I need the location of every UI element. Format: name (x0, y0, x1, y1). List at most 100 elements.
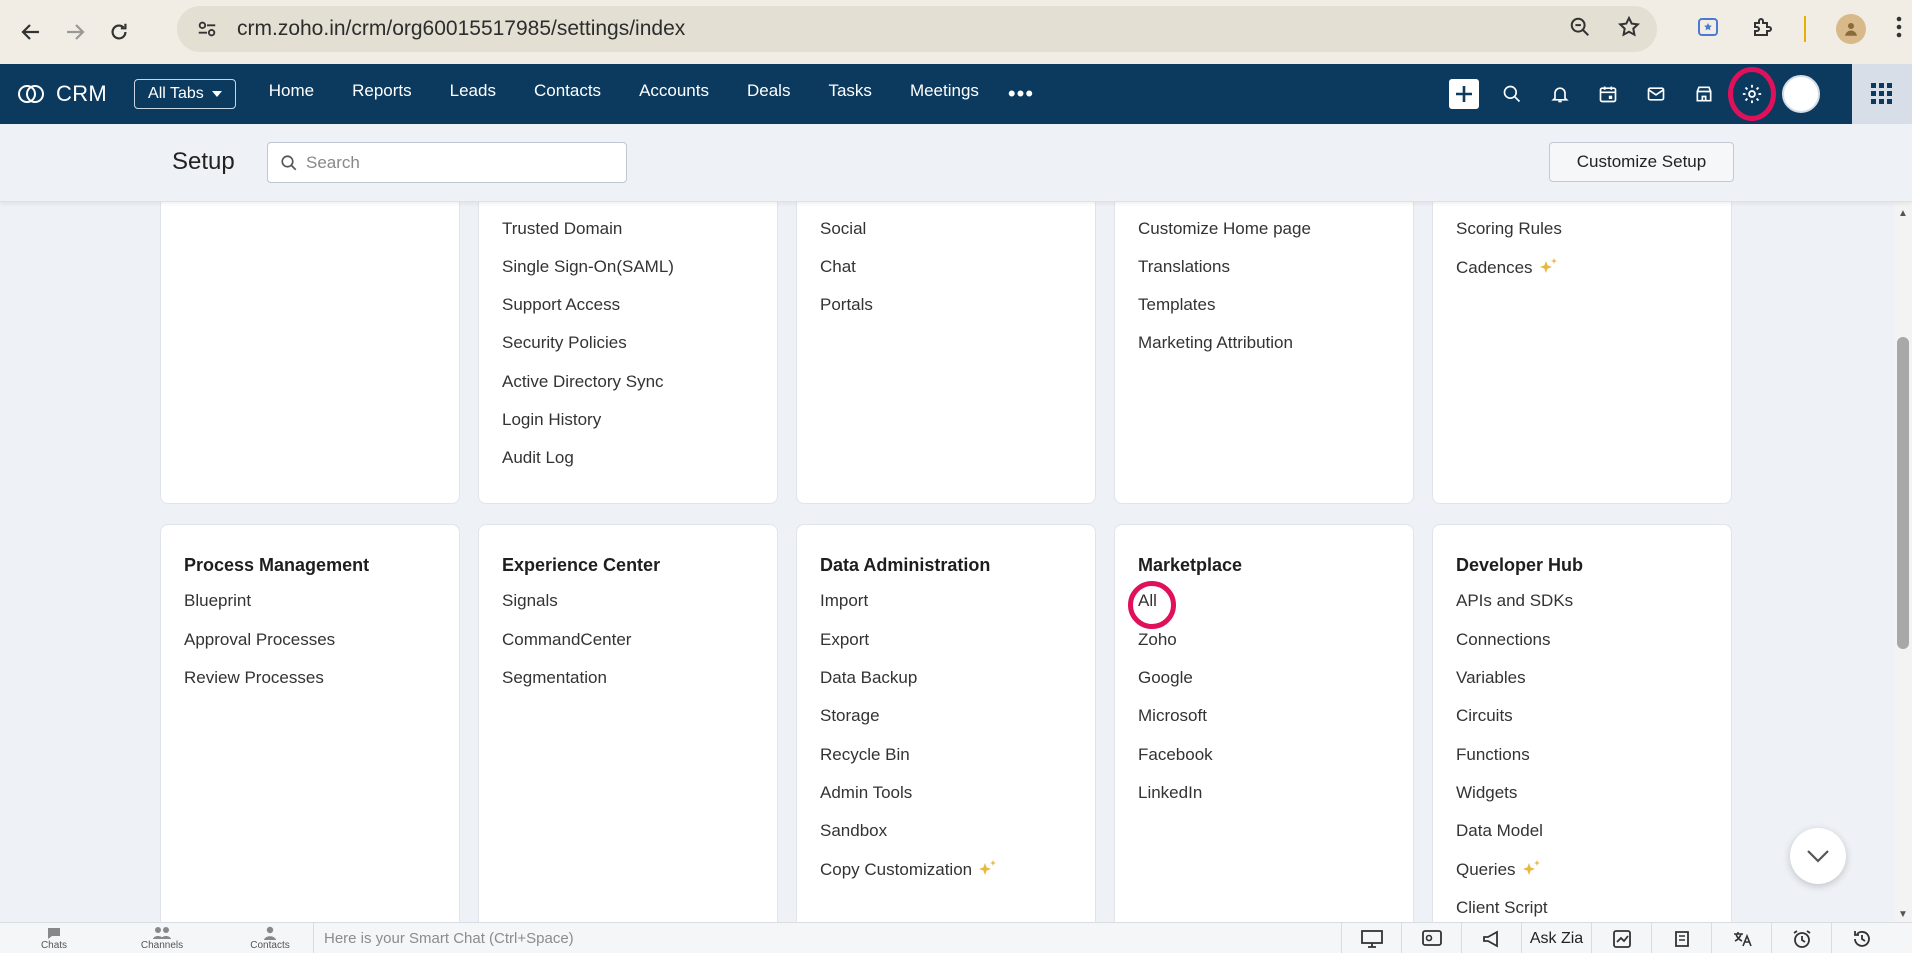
link-commandcenter[interactable]: CommandCenter (502, 630, 631, 650)
browser-profile-icon[interactable] (1836, 14, 1866, 44)
url-text[interactable]: crm.zoho.in/crm/org60015517985/settings/… (237, 17, 685, 41)
extensions-puzzle-icon[interactable] (1750, 15, 1774, 44)
tab-meetings[interactable]: Meetings (891, 81, 998, 107)
user-avatar[interactable] (1782, 75, 1820, 113)
link-marketing-attribution[interactable]: Marketing Attribution (1138, 333, 1293, 353)
link-client-script[interactable]: Client Script (1456, 898, 1548, 918)
ask-zia-button[interactable]: Ask Zia (1521, 923, 1591, 953)
reminders-button[interactable] (1771, 923, 1831, 953)
link-export[interactable]: Export (820, 630, 869, 650)
announcements-button[interactable] (1461, 923, 1521, 953)
link-import[interactable]: Import (820, 591, 868, 611)
more-tabs-button[interactable]: ••• (998, 81, 1044, 107)
link-google[interactable]: Google (1138, 668, 1193, 688)
smart-chat-input[interactable]: Here is your Smart Chat (Ctrl+Space) (313, 923, 1341, 953)
mail-button[interactable] (1632, 64, 1680, 124)
link-support-access[interactable]: Support Access (502, 295, 620, 315)
scroll-up-arrow-icon[interactable]: ▲ (1898, 208, 1908, 219)
setup-card-data-administration: Data Administration Import Export Data B… (796, 524, 1096, 922)
scroll-down-button[interactable] (1790, 828, 1846, 884)
link-widgets[interactable]: Widgets (1456, 783, 1517, 803)
link-chat[interactable]: Chat (820, 257, 856, 277)
search-button[interactable] (1488, 64, 1536, 124)
calendar-button[interactable] (1584, 64, 1632, 124)
notes-button[interactable] (1651, 923, 1711, 953)
link-data-model[interactable]: Data Model (1456, 821, 1543, 841)
customize-setup-button[interactable]: Customize Setup (1549, 142, 1734, 182)
back-button[interactable] (9, 10, 53, 54)
translate-button[interactable] (1711, 923, 1771, 953)
link-queries[interactable]: Queries (1456, 859, 1542, 881)
link-scoring-rules[interactable]: Scoring Rules (1456, 219, 1562, 239)
bookmark-star-icon[interactable] (1617, 15, 1641, 44)
tab-deals[interactable]: Deals (728, 81, 809, 107)
link-facebook[interactable]: Facebook (1138, 745, 1213, 765)
link-review-processes[interactable]: Review Processes (184, 668, 324, 688)
setup-button[interactable] (1728, 64, 1776, 124)
site-settings-icon[interactable] (189, 18, 225, 40)
address-bar[interactable]: crm.zoho.in/crm/org60015517985/settings/… (177, 6, 1657, 52)
signals-button[interactable] (1401, 923, 1461, 953)
link-security-policies[interactable]: Security Policies (502, 333, 627, 353)
link-templates[interactable]: Templates (1138, 295, 1215, 315)
link-customize-home-page[interactable]: Customize Home page (1138, 219, 1311, 239)
remote-assist-button[interactable] (1341, 923, 1401, 953)
link-cadences[interactable]: Cadences (1456, 257, 1559, 279)
link-trusted-domain[interactable]: Trusted Domain (502, 219, 622, 239)
link-circuits[interactable]: Circuits (1456, 706, 1513, 726)
crm-logo[interactable]: CRM (16, 81, 107, 107)
link-microsoft[interactable]: Microsoft (1138, 706, 1207, 726)
link-approval-processes[interactable]: Approval Processes (184, 630, 335, 650)
reload-button[interactable] (97, 10, 141, 54)
tab-home[interactable]: Home (250, 81, 333, 107)
scrollbar-thumb[interactable] (1897, 337, 1909, 649)
link-single-sign-on[interactable]: Single Sign-On(SAML) (502, 257, 674, 277)
marketplace-button[interactable] (1680, 64, 1728, 124)
link-signals[interactable]: Signals (502, 591, 558, 611)
tab-tasks[interactable]: Tasks (809, 81, 890, 107)
link-marketplace-all[interactable]: All (1128, 581, 1176, 629)
link-portals[interactable]: Portals (820, 295, 873, 315)
link-social[interactable]: Social (820, 219, 866, 239)
tab-contacts[interactable]: Contacts (515, 81, 620, 107)
link-connections[interactable]: Connections (1456, 630, 1551, 650)
browser-menu-icon[interactable] (1896, 16, 1902, 43)
link-admin-tools[interactable]: Admin Tools (820, 783, 912, 803)
link-data-backup[interactable]: Data Backup (820, 668, 917, 688)
page-scrollbar[interactable]: ▲ ▼ (1894, 202, 1912, 922)
extension-icon[interactable] (1696, 15, 1720, 44)
apps-launcher-button[interactable] (1852, 64, 1912, 124)
link-blueprint[interactable]: Blueprint (184, 591, 251, 611)
analytics-button[interactable] (1591, 923, 1651, 953)
link-apis-and-sdks[interactable]: APIs and SDKs (1456, 591, 1573, 611)
link-copy-customization[interactable]: Copy Customization (820, 859, 998, 881)
link-login-history[interactable]: Login History (502, 410, 601, 430)
link-linkedin[interactable]: LinkedIn (1138, 783, 1202, 803)
link-sandbox[interactable]: Sandbox (820, 821, 887, 841)
create-new-button[interactable] (1440, 64, 1488, 124)
contacts-tab[interactable]: Contacts (216, 926, 324, 951)
tab-reports[interactable]: Reports (333, 81, 431, 107)
scroll-down-arrow-icon[interactable]: ▼ (1898, 909, 1908, 920)
link-active-directory-sync[interactable]: Active Directory Sync (502, 372, 664, 392)
chats-tab[interactable]: Chats (0, 926, 108, 951)
link-segmentation[interactable]: Segmentation (502, 668, 607, 688)
link-translations[interactable]: Translations (1138, 257, 1230, 277)
tab-accounts[interactable]: Accounts (620, 81, 728, 107)
notifications-button[interactable] (1536, 64, 1584, 124)
forward-button[interactable] (53, 10, 97, 54)
link-recycle-bin[interactable]: Recycle Bin (820, 745, 910, 765)
setup-search-input[interactable] (306, 152, 606, 173)
zoom-icon[interactable] (1569, 16, 1591, 43)
link-functions[interactable]: Functions (1456, 745, 1530, 765)
recent-items-button[interactable] (1831, 923, 1891, 953)
setup-search-box[interactable] (267, 142, 627, 183)
mail-icon (1647, 87, 1665, 101)
link-variables[interactable]: Variables (1456, 668, 1526, 688)
link-audit-log[interactable]: Audit Log (502, 448, 574, 468)
all-tabs-dropdown[interactable]: All Tabs (134, 79, 236, 109)
link-storage[interactable]: Storage (820, 706, 880, 726)
tab-leads[interactable]: Leads (431, 81, 515, 107)
channels-tab[interactable]: Channels (108, 926, 216, 951)
link-zoho[interactable]: Zoho (1138, 630, 1177, 650)
